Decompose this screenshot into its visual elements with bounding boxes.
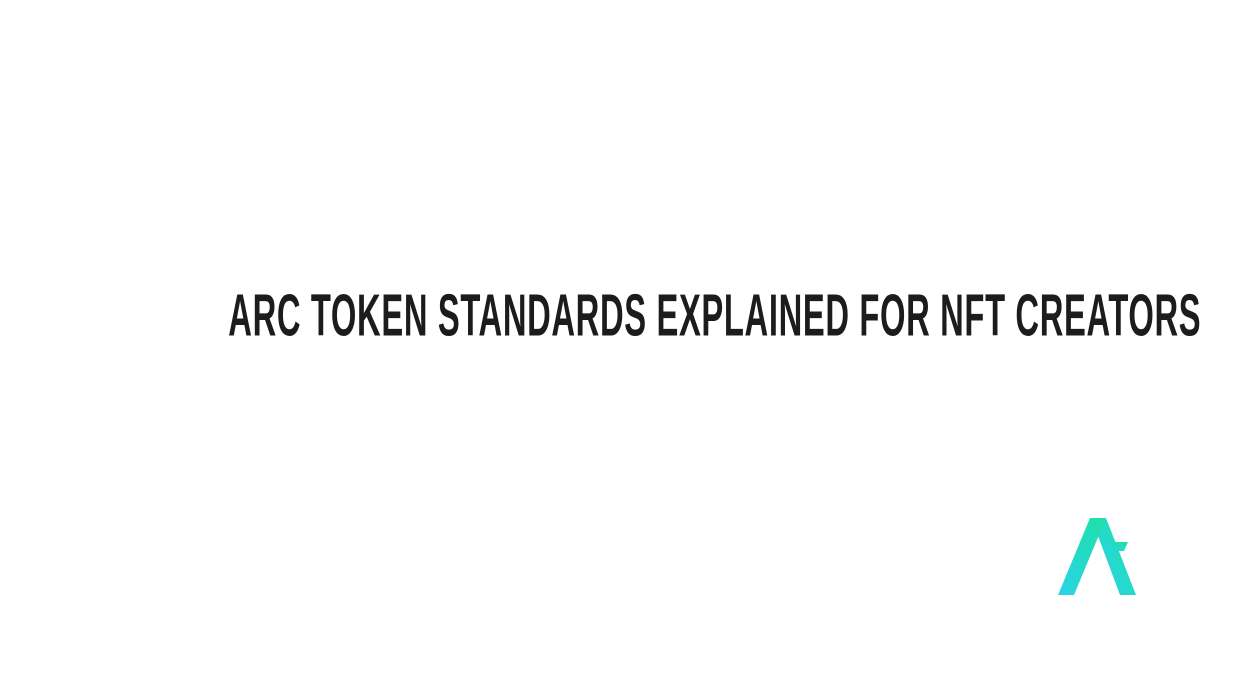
- algorand-logo-icon: [1058, 518, 1136, 595]
- slide-canvas: ARC TOKEN STANDARDS EXPLAINED FOR NFT CR…: [0, 0, 1234, 694]
- slide-title: ARC TOKEN STANDARDS EXPLAINED FOR NFT CR…: [228, 282, 1202, 350]
